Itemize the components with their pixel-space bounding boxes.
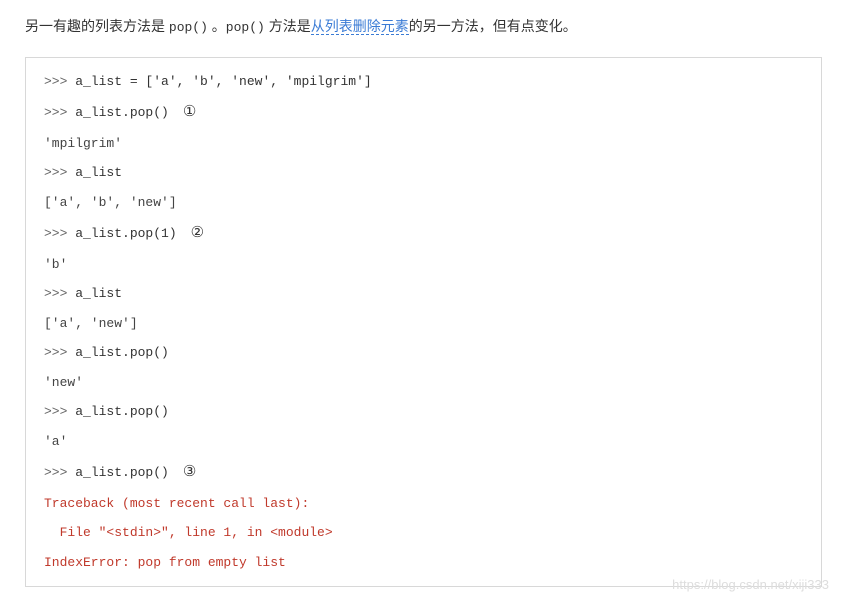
repl-prompt: >>> (44, 404, 75, 419)
annotation-marker: ③ (183, 461, 196, 484)
output-text: ['a', 'b', 'new'] (44, 195, 177, 210)
error-text: File "<stdin>", line 1, in <module> (44, 525, 333, 540)
intro-text4: 的另一方法，但有点变化。 (409, 18, 577, 34)
code-line: >>> a_list.pop() (44, 402, 803, 422)
output-text: 'a' (44, 434, 67, 449)
code-text: a_list.pop() (75, 465, 169, 480)
annotation-marker: ① (183, 101, 196, 124)
code-text: a_list = ['a', 'b', 'new', 'mpilgrim'] (75, 74, 371, 89)
code-line: >>> a_list (44, 284, 803, 304)
error-text: Traceback (most recent call last): (44, 496, 309, 511)
code-line: >>> a_list.pop() ③ (44, 461, 803, 484)
intro-link[interactable]: 从列表删除元素 (311, 18, 409, 35)
error-line: File "<stdin>", line 1, in <module> (44, 523, 803, 543)
output-line: 'b' (44, 255, 803, 275)
code-line: >>> a_list = ['a', 'b', 'new', 'mpilgrim… (44, 72, 803, 92)
intro-mono2: pop() (226, 20, 265, 35)
output-text: 'new' (44, 375, 83, 390)
repl-prompt: >>> (44, 226, 75, 241)
code-block: >>> a_list = ['a', 'b', 'new', 'mpilgrim… (25, 57, 822, 588)
code-text: a_list (75, 286, 122, 301)
intro-text2: 。 (208, 18, 226, 34)
output-text: 'b' (44, 257, 67, 272)
code-line: >>> a_list.pop() (44, 343, 803, 363)
repl-prompt: >>> (44, 165, 75, 180)
code-line: >>> a_list (44, 163, 803, 183)
repl-prompt: >>> (44, 74, 75, 89)
error-line: IndexError: pop from empty list (44, 553, 803, 573)
intro-mono1: pop() (169, 20, 208, 35)
output-text: 'mpilgrim' (44, 136, 122, 151)
code-text: a_list.pop() (75, 345, 169, 360)
code-line: >>> a_list.pop(1) ② (44, 222, 803, 245)
repl-prompt: >>> (44, 345, 75, 360)
repl-prompt: >>> (44, 286, 75, 301)
output-line: 'new' (44, 373, 803, 393)
intro-text3: 方法是 (265, 18, 311, 34)
code-text: a_list.pop() (75, 404, 169, 419)
error-line: Traceback (most recent call last): (44, 494, 803, 514)
output-line: ['a', 'new'] (44, 314, 803, 334)
code-text: a_list.pop(1) (75, 226, 176, 241)
error-text: IndexError: pop from empty list (44, 555, 286, 570)
intro-text: 另一有趣的列表方法是 (25, 18, 169, 34)
code-line: >>> a_list.pop() ① (44, 101, 803, 124)
output-text: ['a', 'new'] (44, 316, 138, 331)
repl-prompt: >>> (44, 105, 75, 120)
repl-prompt: >>> (44, 465, 75, 480)
output-line: ['a', 'b', 'new'] (44, 193, 803, 213)
code-text: a_list.pop() (75, 105, 169, 120)
code-text: a_list (75, 165, 122, 180)
intro-paragraph: 另一有趣的列表方法是 pop() 。pop() 方法是从列表删除元素的另一方法，… (25, 15, 822, 39)
annotation-marker: ② (191, 222, 204, 245)
output-line: 'a' (44, 432, 803, 452)
output-line: 'mpilgrim' (44, 134, 803, 154)
